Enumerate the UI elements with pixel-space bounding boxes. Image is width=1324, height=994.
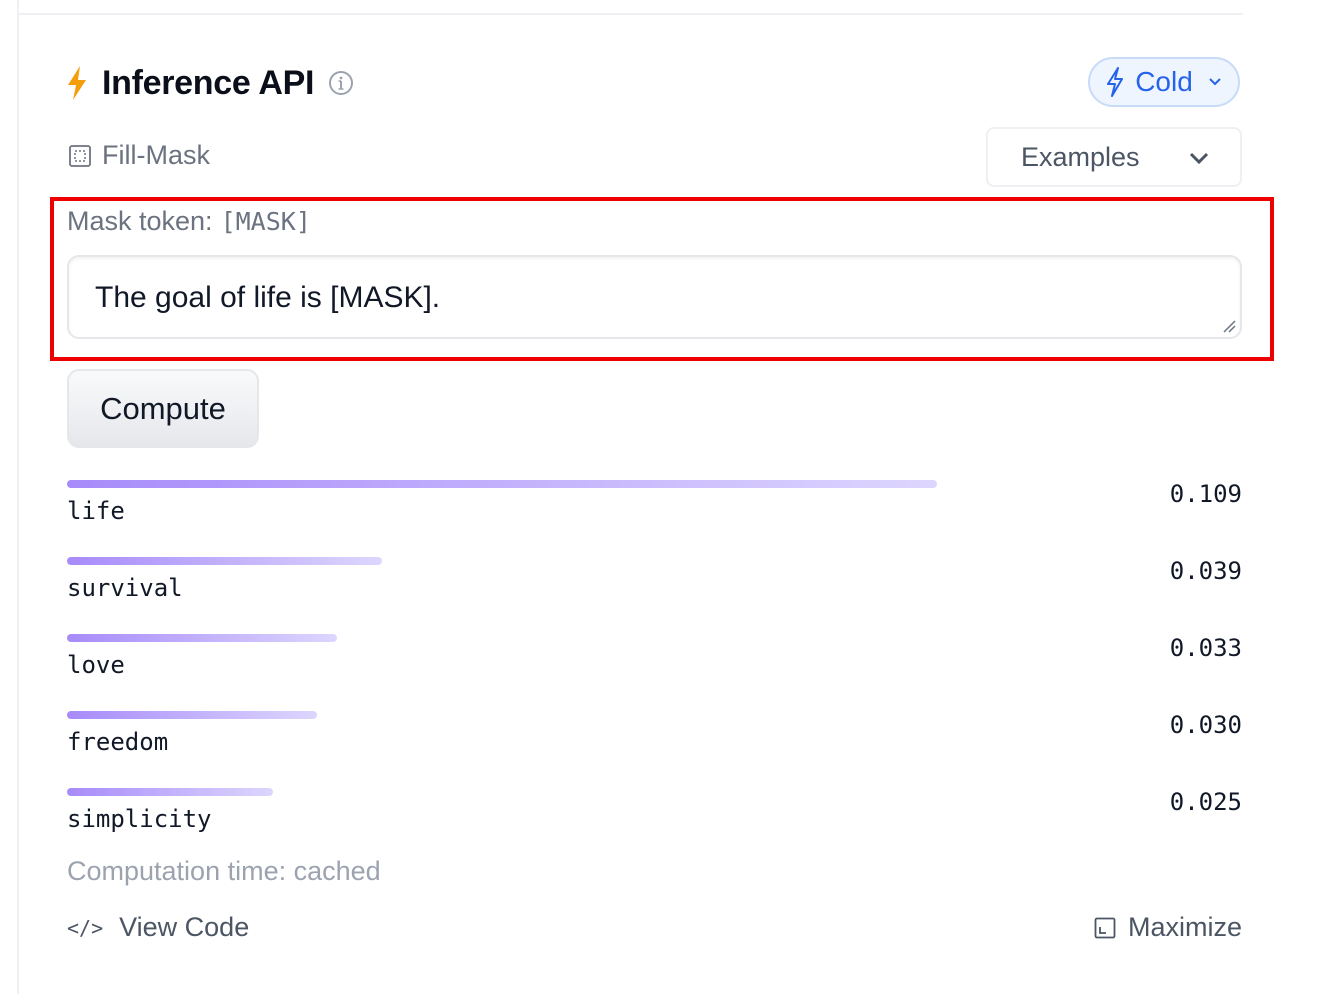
result-row: love 0.033 xyxy=(67,634,1242,711)
result-score: 0.025 xyxy=(1169,788,1242,816)
model-status-dropdown[interactable]: Cold xyxy=(1088,57,1240,107)
score-bar xyxy=(67,788,273,796)
result-label: survival xyxy=(67,574,183,602)
result-score: 0.109 xyxy=(1169,480,1242,508)
result-row: freedom 0.030 xyxy=(67,711,1242,788)
score-bar xyxy=(67,557,382,565)
results-list: life 0.109 survival 0.039 love 0.033 fre… xyxy=(67,480,1242,865)
result-label: simplicity xyxy=(67,805,212,833)
info-circle-icon[interactable] xyxy=(328,70,354,96)
code-brackets-icon: </> xyxy=(67,915,104,940)
status-label: Cold xyxy=(1135,66,1193,97)
top-divider xyxy=(19,13,1243,15)
examples-dropdown[interactable]: Examples xyxy=(986,127,1242,187)
widget-header: Inference API xyxy=(66,60,354,106)
text-input[interactable]: The goal of life is [MASK]. xyxy=(67,255,1242,339)
result-label: love xyxy=(67,651,125,679)
score-bar xyxy=(67,711,318,719)
task-type[interactable]: Fill-Mask xyxy=(68,140,210,171)
lightning-bolt-icon xyxy=(1107,67,1124,97)
result-label: life xyxy=(67,497,125,525)
result-label: freedom xyxy=(67,728,169,756)
mask-token-value: [MASK] xyxy=(220,207,311,236)
chevron-down-icon xyxy=(1209,78,1221,86)
text-input-value: The goal of life is [MASK]. xyxy=(95,281,441,314)
score-bar xyxy=(67,634,338,642)
score-bar xyxy=(67,480,937,488)
result-row: life 0.109 xyxy=(67,480,1242,557)
view-code-link[interactable]: </> View Code xyxy=(67,912,249,943)
compute-button[interactable]: Compute xyxy=(67,369,259,448)
panel-left-border xyxy=(17,0,19,994)
lightning-bolt-icon xyxy=(68,66,86,100)
mask-token-label: Mask token: [MASK] xyxy=(67,206,311,237)
result-score: 0.030 xyxy=(1169,711,1242,739)
result-row: simplicity 0.025 xyxy=(67,788,1242,865)
task-label: Fill-Mask xyxy=(102,140,210,170)
widget-title: Inference API xyxy=(102,63,315,102)
maximize-icon xyxy=(1094,917,1116,938)
computation-time: Computation time: cached xyxy=(67,856,381,886)
result-score: 0.033 xyxy=(1169,634,1242,662)
examples-label: Examples xyxy=(1021,141,1140,172)
maximize-button[interactable]: Maximize xyxy=(1094,912,1242,943)
mask-token-caption: Mask token: xyxy=(67,206,213,236)
chevron-down-icon xyxy=(1189,152,1209,165)
maximize-label: Maximize xyxy=(1127,912,1242,942)
result-score: 0.039 xyxy=(1169,557,1242,585)
result-row: survival 0.039 xyxy=(67,557,1242,634)
fill-mask-icon xyxy=(69,144,91,167)
view-code-label: View Code xyxy=(119,912,250,942)
resize-handle-icon[interactable] xyxy=(1220,317,1236,333)
